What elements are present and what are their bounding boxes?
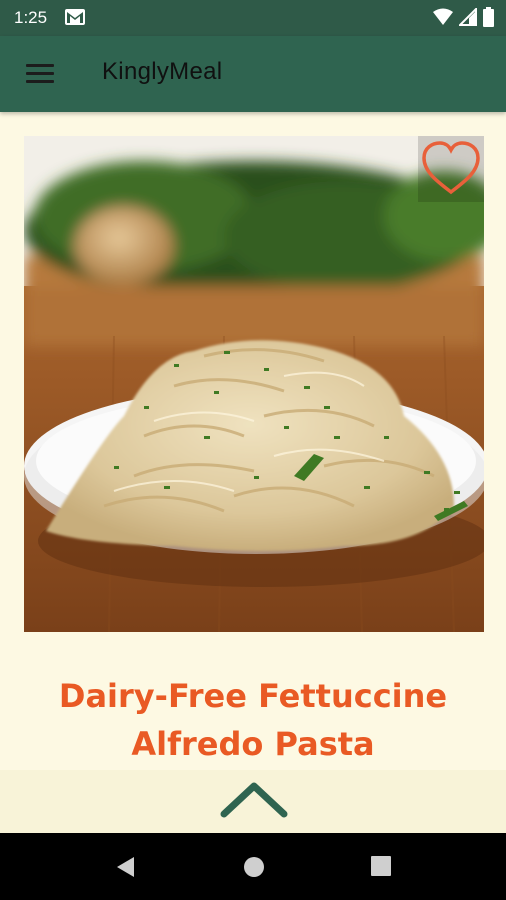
back-icon[interactable]: [114, 855, 138, 879]
home-icon[interactable]: [242, 855, 266, 879]
recipe-photo: [24, 136, 484, 632]
hamburger-menu-icon[interactable]: [26, 64, 54, 84]
heart-outline-icon: [422, 141, 480, 195]
expand-details-button[interactable]: [220, 780, 288, 820]
cell-signal-icon: [459, 8, 477, 26]
wifi-icon: [433, 8, 453, 25]
battery-icon: [483, 7, 494, 27]
app-bar: KinglyMeal: [0, 36, 506, 112]
status-icons: [433, 7, 494, 27]
recipe-title-line2: Alfredo Pasta: [131, 725, 375, 763]
chevron-up-icon: [220, 782, 288, 818]
app-title: KinglyMeal: [102, 58, 223, 85]
system-navigation-bar: [0, 833, 506, 900]
status-time: 1:25: [14, 8, 48, 27]
favorite-button[interactable]: [418, 136, 484, 202]
status-bar: 1:25: [0, 0, 506, 36]
recents-icon[interactable]: [370, 855, 392, 877]
recipe-title-line1: Dairy-Free Fettuccine: [58, 677, 448, 715]
gmail-notification-icon: [65, 9, 85, 25]
recipe-title: Dairy-Free Fettuccine Alfredo Pasta: [0, 672, 506, 768]
